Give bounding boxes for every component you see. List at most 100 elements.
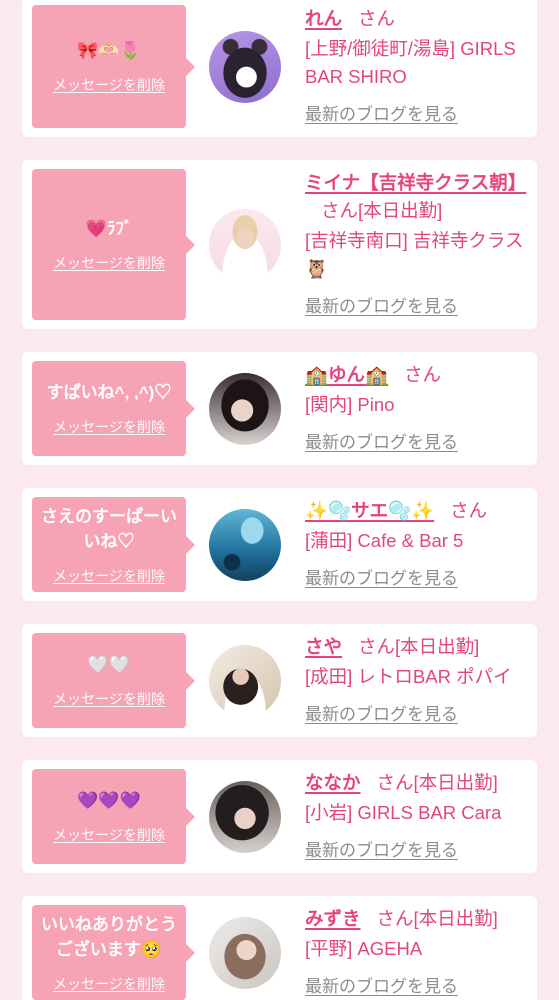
message-bubble: 🤍🤍 メッセージを削除 — [32, 633, 195, 728]
message-text: いいねありがとうございます🥺 — [41, 914, 177, 959]
sender-info: ✨🫧サエ🫧✨ さん [蒲田] Cafe & Bar 5 最新のブログを見る — [305, 497, 525, 593]
sender-info: れん さん [上野/御徒町/湯島] GIRLS BAR SHIRO 最新のブログを… — [305, 5, 525, 129]
message-card: 💗ﾗﾌﾞ メッセージを削除 ミイナ【吉祥寺クラス朝】さん[本日出勤] [吉祥寺南… — [22, 160, 537, 329]
sender-name-link[interactable]: ななか — [305, 772, 361, 793]
latest-blog-link[interactable]: 最新のブログを見る — [305, 977, 458, 996]
message-text: すぱいね^, ,^)♡ — [46, 383, 172, 402]
sender-avatar[interactable] — [209, 373, 281, 445]
sender-info: ななか さん[本日出勤] [小岩] GIRLS BAR Cara 最新のブログを見… — [305, 769, 525, 865]
message-list: 🎀🫶🏻🌷 メッセージを削除 れん さん [上野/御徒町/湯島] GIRLS BAR… — [0, 0, 559, 1000]
blog-row: 最新のブログを見る — [305, 564, 525, 593]
message-bubble: さえのすーぱーいいね♡ メッセージを削除 — [32, 497, 195, 592]
latest-blog-link[interactable]: 最新のブログを見る — [305, 105, 458, 124]
store-info: [吉祥寺南口] 吉祥寺クラス🦉 — [305, 227, 525, 283]
store-info: [関内] Pino — [305, 391, 525, 419]
latest-blog-link[interactable]: 最新のブログを見る — [305, 569, 458, 588]
message-bubble: 💜💜💜 メッセージを削除 — [32, 769, 195, 864]
work-status-badge: [本日出勤] — [413, 772, 498, 793]
latest-blog-link[interactable]: 最新のブログを見る — [305, 433, 458, 452]
delete-message-link[interactable]: メッセージを削除 — [53, 689, 165, 709]
name-line: ななか さん[本日出勤] — [305, 769, 525, 797]
message-text: 🤍🤍 — [87, 655, 131, 674]
blog-row: 最新のブログを見る — [305, 292, 525, 321]
delete-message-link[interactable]: メッセージを削除 — [53, 253, 165, 273]
message-text: さえのすーぱーいいね♡ — [41, 506, 177, 551]
sender-name-link[interactable]: れん — [305, 8, 342, 29]
latest-blog-link[interactable]: 最新のブログを見る — [305, 705, 458, 724]
work-status-badge: [本日出勤] — [395, 636, 480, 657]
message-text: 💗ﾗﾌﾞ — [85, 219, 133, 238]
latest-blog-link[interactable]: 最新のブログを見る — [305, 841, 458, 860]
store-area: [蒲田] — [305, 530, 353, 551]
store-info: [上野/御徒町/湯島] GIRLS BAR SHIRO — [305, 35, 525, 91]
name-line: みずき さん[本日出勤] — [305, 905, 525, 933]
sender-name-link[interactable]: さや — [305, 636, 342, 657]
blog-row: 最新のブログを見る — [305, 836, 525, 865]
work-status-badge: [本日出勤] — [413, 908, 498, 929]
store-info: [小岩] GIRLS BAR Cara — [305, 799, 525, 827]
store-name: Pino — [357, 394, 395, 415]
sender-avatar[interactable] — [209, 917, 281, 989]
name-line: れん さん — [305, 5, 525, 33]
blog-row: 最新のブログを見る — [305, 972, 525, 1000]
delete-message-link[interactable]: メッセージを削除 — [53, 566, 165, 586]
sender-name-link[interactable]: ミイナ【吉祥寺クラス朝】 — [305, 172, 526, 193]
name-line: ミイナ【吉祥寺クラス朝】さん[本日出勤] — [305, 169, 526, 225]
blog-row: 最新のブログを見る — [305, 700, 525, 729]
honorific: さん — [404, 364, 442, 385]
message-bubble: 💗ﾗﾌﾞ メッセージを削除 — [32, 169, 195, 320]
honorific: さん — [358, 636, 396, 657]
message-card: 💜💜💜 メッセージを削除 ななか さん[本日出勤] [小岩] GIRLS BAR … — [22, 760, 537, 873]
message-card: 🎀🫶🏻🌷 メッセージを削除 れん さん [上野/御徒町/湯島] GIRLS BAR… — [22, 0, 537, 137]
sender-info: さや さん[本日出勤] [成田] レトロBAR ポパイ 最新のブログを見る — [305, 633, 525, 729]
store-info: [成田] レトロBAR ポパイ — [305, 663, 525, 691]
sender-avatar[interactable] — [209, 509, 281, 581]
store-area: [吉祥寺南口] — [305, 230, 408, 251]
message-text: 🎀🫶🏻🌷 — [77, 41, 141, 60]
name-line: ✨🫧サエ🫧✨ さん — [305, 497, 525, 525]
store-area: [関内] — [305, 394, 353, 415]
store-area: [平野] — [305, 938, 353, 959]
message-bubble: いいねありがとうございます🥺 メッセージを削除 — [32, 905, 195, 1000]
message-list-screen: 🎀🫶🏻🌷 メッセージを削除 れん さん [上野/御徒町/湯島] GIRLS BAR… — [0, 0, 559, 1000]
delete-message-link[interactable]: メッセージを削除 — [53, 417, 165, 437]
message-card: いいねありがとうございます🥺 メッセージを削除 みずき さん[本日出勤] [平野]… — [22, 896, 537, 1000]
store-area: [上野/御徒町/湯島] — [305, 38, 456, 59]
store-info: [平野] AGEHA — [305, 935, 525, 963]
sender-name-link[interactable]: みずき — [305, 908, 361, 929]
store-name: GIRLS BAR Cara — [357, 802, 502, 823]
honorific: さん — [450, 500, 488, 521]
sender-avatar[interactable] — [209, 645, 281, 717]
honorific: さん — [376, 908, 414, 929]
message-card: 🤍🤍 メッセージを削除 さや さん[本日出勤] [成田] レトロBAR ポパイ 最… — [22, 624, 537, 737]
store-name: Cafe & Bar 5 — [357, 530, 464, 551]
store-info: [蒲田] Cafe & Bar 5 — [305, 527, 525, 555]
blog-row: 最新のブログを見る — [305, 100, 525, 129]
store-name: レトロBAR ポパイ — [357, 666, 512, 687]
message-card: すぱいね^, ,^)♡ メッセージを削除 🏫ゆん🏫 さん [関内] Pino 最新… — [22, 352, 537, 465]
message-bubble: 🎀🫶🏻🌷 メッセージを削除 — [32, 5, 195, 128]
delete-message-link[interactable]: メッセージを削除 — [53, 75, 165, 95]
sender-avatar[interactable] — [209, 781, 281, 853]
latest-blog-link[interactable]: 最新のブログを見る — [305, 297, 458, 316]
name-line: 🏫ゆん🏫 さん — [305, 361, 525, 389]
blog-row: 最新のブログを見る — [305, 428, 525, 457]
name-line: さや さん[本日出勤] — [305, 633, 525, 661]
message-bubble: すぱいね^, ,^)♡ メッセージを削除 — [32, 361, 195, 456]
sender-name-link[interactable]: 🏫ゆん🏫 — [305, 364, 388, 385]
delete-message-link[interactable]: メッセージを削除 — [53, 825, 165, 845]
message-card: さえのすーぱーいいね♡ メッセージを削除 ✨🫧サエ🫧✨ さん [蒲田] Cafe … — [22, 488, 537, 601]
store-area: [小岩] — [305, 802, 353, 823]
honorific: さん — [376, 772, 414, 793]
delete-message-link[interactable]: メッセージを削除 — [53, 974, 165, 994]
sender-avatar[interactable] — [209, 31, 281, 103]
sender-info: みずき さん[本日出勤] [平野] AGEHA 最新のブログを見る — [305, 905, 525, 1000]
sender-avatar[interactable] — [209, 209, 281, 281]
store-name: AGEHA — [357, 938, 423, 959]
store-area: [成田] — [305, 666, 353, 687]
sender-info: 🏫ゆん🏫 さん [関内] Pino 最新のブログを見る — [305, 361, 525, 457]
honorific: さん — [321, 200, 359, 221]
sender-name-link[interactable]: ✨🫧サエ🫧✨ — [305, 500, 434, 521]
sender-info: ミイナ【吉祥寺クラス朝】さん[本日出勤] [吉祥寺南口] 吉祥寺クラス🦉 最新の… — [305, 169, 526, 321]
honorific: さん — [358, 8, 396, 29]
